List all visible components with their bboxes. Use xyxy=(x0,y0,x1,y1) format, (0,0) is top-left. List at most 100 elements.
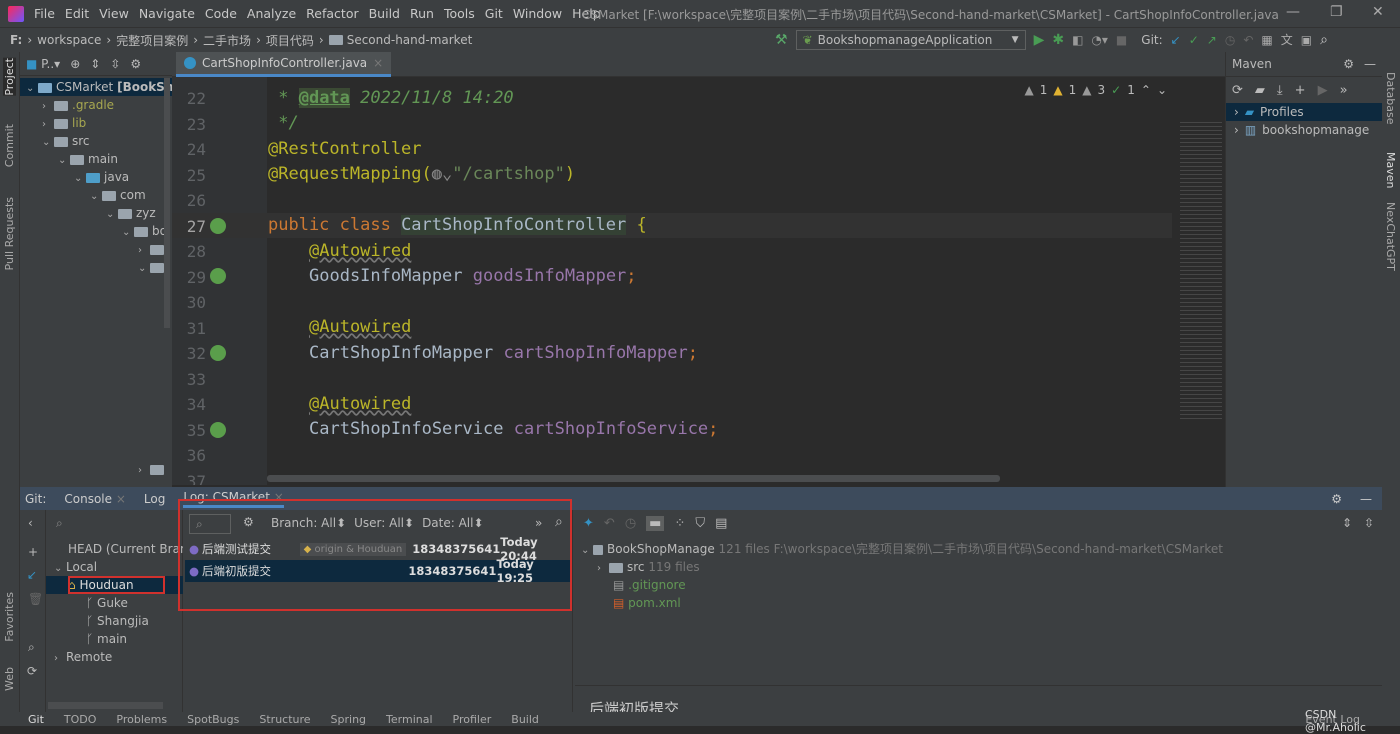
group-by-icon[interactable]: ⁘ xyxy=(674,516,685,531)
generate-sources-icon[interactable]: ▰ xyxy=(1255,83,1265,98)
code-minimap[interactable] xyxy=(1180,122,1222,422)
run-config-select[interactable]: ❦ BookshopmanageApplication ▼ xyxy=(795,29,1026,50)
git-commit-icon[interactable]: ✓ xyxy=(1189,33,1199,47)
code-editor[interactable]: 22 23 24 25 26 27 28 29 30 31 32 33 34 35 36 37 * @data… xyxy=(172,77,1225,485)
filter-icon[interactable]: ⛉ xyxy=(695,516,705,531)
menu-refactor[interactable]: Refactor xyxy=(306,6,358,21)
download-icon[interactable]: ⤓ xyxy=(1277,83,1283,98)
branch-search-icon[interactable]: ⌕ xyxy=(56,516,63,531)
tool-git[interactable]: Git xyxy=(28,713,44,726)
tool-database[interactable]: Database xyxy=(1384,72,1397,125)
revert-icon[interactable]: ↶ xyxy=(604,516,615,531)
tree-lib[interactable]: › lib xyxy=(42,114,86,132)
collapse-all-icon[interactable]: ⇳ xyxy=(1364,516,1374,530)
menu-tools[interactable]: Tools xyxy=(444,6,475,21)
debug-icon[interactable]: ✱ xyxy=(1052,32,1064,48)
refresh-icon[interactable]: ⟳ xyxy=(27,664,37,678)
tool-spring[interactable]: Spring xyxy=(331,713,367,726)
tool-todo[interactable]: TODO xyxy=(64,713,97,726)
tool-favorites[interactable]: Favorites xyxy=(3,592,16,642)
branch-guke[interactable]: ᚴ Guke xyxy=(86,594,128,612)
tree-subfolder[interactable]: › xyxy=(138,460,168,478)
menu-analyze[interactable]: Analyze xyxy=(247,6,296,21)
project-view-select[interactable]: ■ P..▾ xyxy=(26,57,60,71)
settings-gear-icon[interactable]: ⚙ xyxy=(1343,57,1354,71)
branches-scrollbar[interactable] xyxy=(48,702,163,709)
maven-project[interactable]: › ▥ bookshopmanage xyxy=(1226,121,1382,139)
git-push-icon[interactable]: ↗ xyxy=(1207,33,1217,47)
menu-view[interactable]: View xyxy=(99,6,129,21)
tool-structure[interactable]: Structure xyxy=(259,713,310,726)
changes-src[interactable]: › src 119 files xyxy=(597,558,700,576)
tool-profiler[interactable]: Profiler xyxy=(453,713,492,726)
new-branch-icon[interactable]: + xyxy=(28,545,38,559)
history-icon[interactable]: ◷ xyxy=(625,516,636,531)
tool-nexchatgpt[interactable]: NexChatGPT xyxy=(1384,202,1397,271)
tool-build[interactable]: Build xyxy=(511,713,539,726)
tool-spotbugs[interactable]: SpotBugs xyxy=(187,713,239,726)
changes-module[interactable]: ⌄ BookShopManage 121 files F:\workspace\完… xyxy=(581,540,1223,558)
build-hammer-icon[interactable]: ⚒ xyxy=(775,32,788,48)
crumb-market[interactable]: 二手市场 xyxy=(203,32,251,49)
settings-gear-icon[interactable]: ⚙ xyxy=(130,57,141,71)
more-icon[interactable]: » xyxy=(1340,83,1348,98)
project-structure-icon[interactable]: ▦ xyxy=(1261,33,1272,47)
hide-panel-icon[interactable]: — xyxy=(1364,57,1376,71)
tool-project[interactable]: Project xyxy=(3,58,16,96)
reload-icon[interactable]: ⟳ xyxy=(1232,83,1243,98)
close-button[interactable]: ✕ xyxy=(1372,4,1384,20)
crumb-second-hand-market[interactable]: Second-hand-market xyxy=(347,33,473,47)
project-scrollbar[interactable] xyxy=(164,78,170,328)
spring-bean-class-icon[interactable] xyxy=(210,218,226,234)
crumb-projects[interactable]: 完整项目案例 xyxy=(116,32,188,49)
menu-run[interactable]: Run xyxy=(410,6,434,21)
git-history-icon[interactable]: ◷ xyxy=(1225,33,1235,47)
hide-panel-icon[interactable]: — xyxy=(1360,492,1372,506)
branch-head[interactable]: HEAD (Current Branch) xyxy=(68,540,183,558)
profile-icon[interactable]: ◔▾ xyxy=(1091,33,1108,47)
tree-main[interactable]: ⌄ main xyxy=(58,150,118,168)
spring-autowired-icon[interactable] xyxy=(210,422,226,438)
delete-icon[interactable]: 🗑 xyxy=(28,592,43,606)
collapse-all-icon[interactable]: ⇳ xyxy=(110,57,120,71)
inspection-widget[interactable]: ▲ 1 ▲ 1 ▲ 3 ✓ 1 ⌃ ⌄ xyxy=(1025,83,1167,97)
changes-file-gitignore[interactable]: ▤ .gitignore xyxy=(613,576,686,594)
settings-gear-icon[interactable]: ⚙ xyxy=(1331,492,1342,506)
tool-maven[interactable]: Maven xyxy=(1384,152,1397,188)
run-icon[interactable]: ▶ xyxy=(1034,32,1045,48)
search-icon[interactable]: ⌕ xyxy=(28,640,35,655)
restore-button[interactable]: ❐ xyxy=(1330,4,1343,20)
horizontal-scrollbar[interactable] xyxy=(267,475,1000,482)
locate-icon[interactable]: ⊕ xyxy=(70,57,80,71)
menu-edit[interactable]: Edit xyxy=(65,6,89,21)
branch-local-group[interactable]: ⌄ Local xyxy=(54,558,97,576)
expand-all-icon[interactable]: ⇕ xyxy=(1342,516,1352,530)
spring-autowired-icon[interactable] xyxy=(210,345,226,361)
tree-gradle[interactable]: › .gradle xyxy=(42,96,114,114)
branch-remote-group[interactable]: › Remote xyxy=(54,648,112,666)
crumb-workspace[interactable]: workspace xyxy=(37,33,101,47)
tool-problems[interactable]: Problems xyxy=(116,713,167,726)
tool-commit[interactable]: Commit xyxy=(3,124,16,167)
branch-shangjia[interactable]: ᚴ Shangjia xyxy=(86,612,149,630)
branch-main[interactable]: ᚴ main xyxy=(86,630,127,648)
tool-web[interactable]: Web xyxy=(3,667,16,691)
menu-file[interactable]: File xyxy=(34,6,55,21)
minimize-button[interactable]: — xyxy=(1286,4,1300,20)
tree-com[interactable]: ⌄ com xyxy=(90,186,146,204)
tab-log[interactable]: Log xyxy=(144,492,165,506)
tab-console[interactable]: Console × xyxy=(64,492,126,506)
menu-code[interactable]: Code xyxy=(205,6,237,21)
search-icon[interactable]: ⌕ xyxy=(1320,32,1328,48)
menu-navigate[interactable]: Navigate xyxy=(139,6,195,21)
add-icon[interactable]: + xyxy=(1295,83,1306,98)
coverage-icon[interactable]: ◧ xyxy=(1072,33,1083,47)
update-icon[interactable]: ↙ xyxy=(27,568,37,582)
git-rollback-icon[interactable]: ↶ xyxy=(1243,33,1253,47)
tab-cartshopinfocontroller[interactable]: CartShopInfoController.java × xyxy=(176,52,392,77)
maven-profiles[interactable]: › ▰ Profiles xyxy=(1226,103,1382,121)
tool-pull-requests[interactable]: Pull Requests xyxy=(3,197,16,270)
tree-zyz[interactable]: ⌄ zyz xyxy=(106,204,156,222)
layout-icon[interactable]: ▤ xyxy=(715,516,727,531)
run-maven-icon[interactable]: ▶ xyxy=(1318,83,1328,98)
